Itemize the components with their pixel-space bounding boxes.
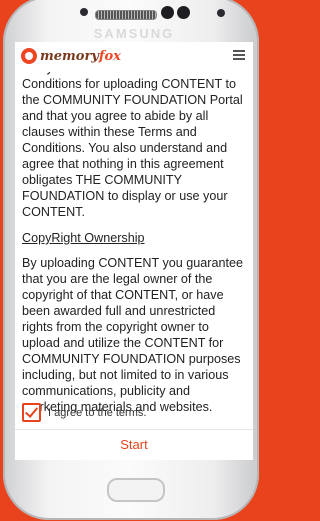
agree-checkbox[interactable] [22,403,41,422]
terms-paragraph-1: Conditions for uploading CONTENT to the … [22,77,243,219]
terms-content: that you have read these Terms and Condi… [22,68,246,412]
hamburger-menu-icon[interactable] [233,50,245,60]
start-button[interactable]: Start [15,430,253,460]
app-logo: memoryfox [21,48,121,64]
light-sensor [177,6,190,19]
phone-frame: SAMSUNG that you have read these Terms a… [3,0,259,520]
logo-suffix: fox [98,48,121,64]
proximity-sensor [161,6,174,19]
agree-label: I agree to the terms. [48,406,147,419]
agree-terms-row[interactable]: I agree to the terms. [22,403,146,422]
device-brand: SAMSUNG [93,26,175,41]
app-screen: that you have read these Terms and Condi… [15,42,253,460]
fox-logo-icon [21,48,37,64]
copyright-heading: CopyRight Ownership [22,231,145,245]
logo-prefix: memory [40,48,99,64]
app-header: memoryfox [15,42,253,72]
home-button[interactable] [107,478,165,502]
sensor-dot [217,9,225,17]
earpiece-speaker [95,10,157,20]
terms-paragraph-2: By uploading CONTENT you guarantee that … [22,256,243,412]
terms-scroll-area[interactable]: that you have read these Terms and Condi… [15,42,253,412]
logo-text: memoryfox [40,49,121,64]
front-camera [80,8,88,16]
